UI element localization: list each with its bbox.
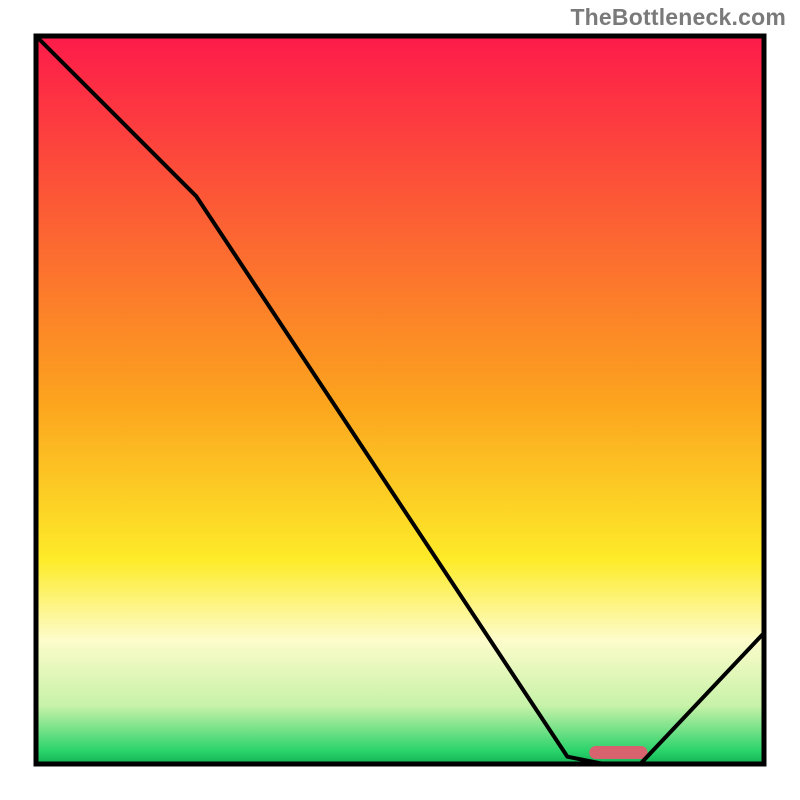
optimal-range-marker [589,746,647,759]
bottleneck-chart [0,0,800,800]
watermark-text: TheBottleneck.com [570,4,786,31]
chart-container: TheBottleneck.com [0,0,800,800]
